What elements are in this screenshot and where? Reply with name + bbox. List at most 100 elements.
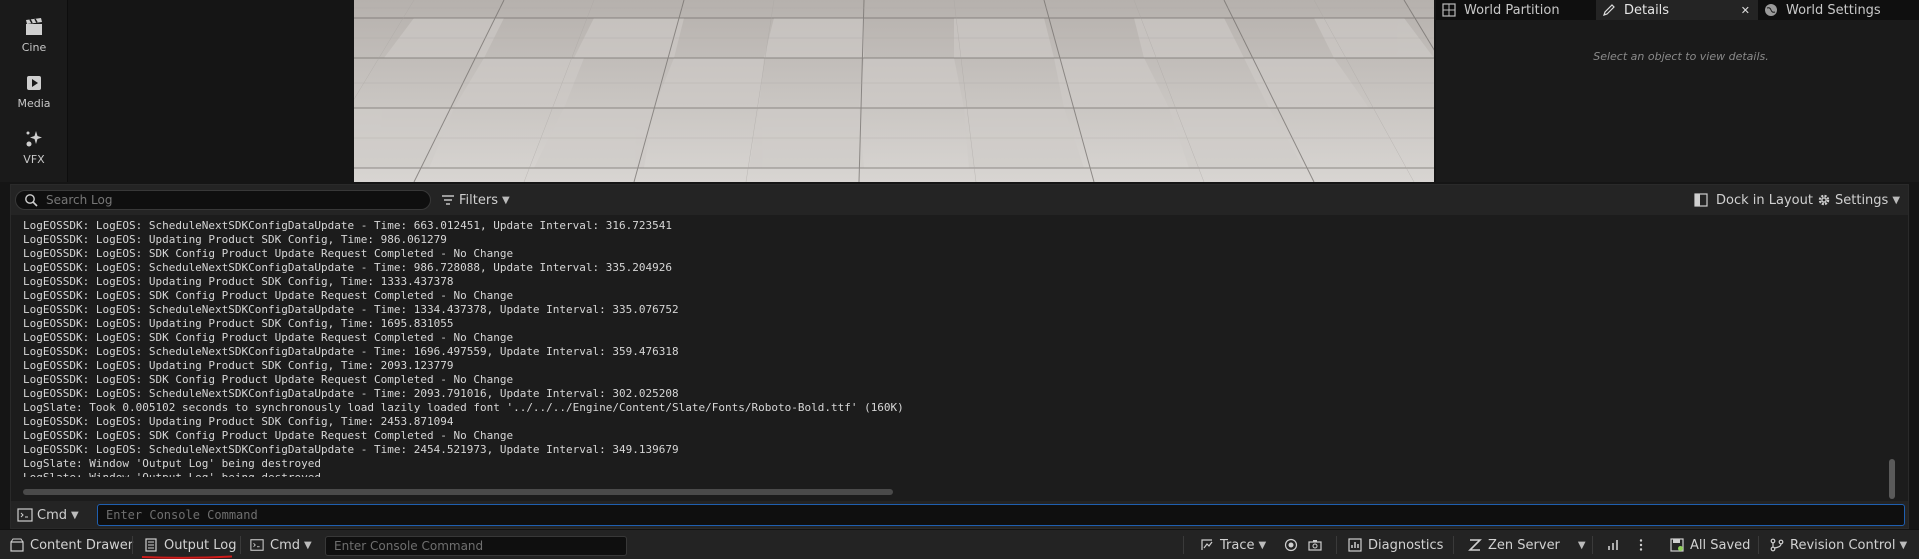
vertical-scrollbar[interactable] (1889, 459, 1895, 499)
gear-icon (1818, 194, 1830, 206)
sparkle-icon (26, 130, 42, 146)
details-tab-strip: World Partition Details ✕ World Settings (1436, 0, 1919, 20)
status-console-input[interactable] (325, 536, 627, 556)
close-icon[interactable]: ✕ (1741, 4, 1750, 17)
horizontal-scrollbar[interactable] (23, 489, 893, 495)
more-vertical-icon (1639, 539, 1643, 551)
separator (1336, 536, 1337, 554)
log-line: LogEOSSDK: LogEOS: Updating Product SDK … (23, 233, 447, 246)
console-command-input[interactable] (97, 504, 1905, 526)
bar-chart-icon (1608, 540, 1618, 550)
more-options-button[interactable] (1634, 530, 1654, 559)
tab-world-partition[interactable]: World Partition (1436, 0, 1596, 20)
log-line: LogEOSSDK: LogEOS: Updating Product SDK … (23, 415, 454, 428)
trace-icon (1201, 539, 1213, 550)
separator (1453, 536, 1454, 554)
globe-icon (1765, 4, 1777, 16)
filters-button[interactable]: Filters ▼ (441, 191, 510, 209)
separator (1592, 536, 1593, 554)
log-line: LogEOSSDK: LogEOS: SDK Config Product Up… (23, 247, 514, 260)
trace-label: Trace (1220, 537, 1255, 553)
command-row: Cmd ▼ (11, 501, 1908, 528)
record-button[interactable] (1284, 530, 1304, 559)
chevron-down-icon: ▼ (1577, 539, 1586, 551)
content-drawer-button[interactable]: Content Drawer (10, 530, 133, 559)
log-line: LogEOSSDK: LogEOS: ScheduleNextSDKConfig… (23, 345, 679, 358)
diagnostics-label: Diagnostics (1368, 537, 1444, 553)
log-line: LogEOSSDK: LogEOS: ScheduleNextSDKConfig… (23, 303, 679, 316)
log-line: LogEOSSDK: LogEOS: Updating Product SDK … (23, 317, 454, 330)
clapperboard-icon (26, 17, 42, 35)
log-line: LogSlate: Window 'Output Log' being dest… (23, 457, 322, 470)
log-line: LogSlate: Window 'Output Log' being dest… (23, 471, 1883, 477)
settings-button[interactable]: Settings ▼ (1817, 191, 1900, 209)
log-toolbar: Filters ▼ Dock in Layout Settings ▼ (11, 185, 1908, 215)
log-line: LogEOSSDK: LogEOS: Updating Product SDK … (23, 359, 454, 372)
log-line: LogEOSSDK: LogEOS: ScheduleNextSDKConfig… (23, 387, 679, 400)
output-log-underline (141, 555, 233, 559)
status-bar: Content Drawer Output Log Cmd ▼ Trace ▼ (0, 529, 1919, 559)
cmd-selector[interactable]: Cmd ▼ (17, 505, 79, 525)
separator (132, 536, 133, 554)
log-line: LogEOSSDK: LogEOS: ScheduleNextSDKConfig… (23, 443, 679, 456)
diagnostics-icon (1348, 538, 1362, 552)
all-saved-button[interactable]: All Saved (1670, 530, 1750, 559)
filters-label: Filters (459, 192, 498, 208)
camera-icon (1308, 540, 1322, 551)
source-control-status-button[interactable] (1607, 530, 1627, 559)
chevron-down-icon: ▼ (1899, 539, 1908, 551)
output-log-label: Output Log (164, 537, 237, 553)
search-box[interactable] (15, 190, 431, 210)
details-empty-hint: Select an object to view details. (1593, 50, 1769, 63)
tab-details-label: Details (1624, 2, 1670, 18)
output-log-icon (145, 538, 157, 552)
separator (240, 536, 241, 554)
screenshot-button[interactable] (1308, 530, 1328, 559)
all-saved-label: All Saved (1690, 537, 1751, 553)
level-viewport[interactable] (354, 0, 1434, 182)
diagnostics-button[interactable]: Diagnostics (1348, 530, 1443, 559)
content-drawer-icon (10, 538, 24, 552)
cmd-label: Cmd (37, 507, 67, 523)
log-lines[interactable]: LogEOSSDK: LogEOS: ScheduleNextSDKConfig… (23, 219, 1883, 477)
revision-control-label: Revision Control (1790, 537, 1896, 553)
status-cmd-label: Cmd (270, 537, 300, 553)
zen-server-icon (1468, 539, 1482, 551)
pencil-icon (1603, 4, 1615, 16)
branch-icon (1770, 538, 1784, 552)
save-icon (1670, 538, 1684, 552)
separator (1183, 536, 1184, 554)
revision-control-button[interactable]: Revision Control ▼ (1770, 530, 1907, 559)
record-icon (1284, 538, 1298, 552)
log-line: LogEOSSDK: LogEOS: ScheduleNextSDKConfig… (23, 219, 673, 232)
console-icon (17, 508, 33, 522)
log-line: LogEOSSDK: LogEOS: SDK Config Product Up… (23, 331, 514, 344)
media-button[interactable]: Media (0, 64, 68, 118)
chevron-down-icon: ▼ (71, 509, 79, 521)
output-log-panel: Filters ▼ Dock in Layout Settings ▼ LogE… (10, 184, 1909, 529)
dock-in-layout-button[interactable]: Dock in Layout (1694, 191, 1813, 209)
tab-world-partition-label: World Partition (1464, 2, 1560, 18)
log-line: LogSlate: Took 0.005102 seconds to synch… (23, 401, 904, 414)
tab-world-settings[interactable]: World Settings (1758, 0, 1919, 20)
status-cmd-selector[interactable]: Cmd ▼ (250, 530, 312, 559)
log-line: LogEOSSDK: LogEOS: Updating Product SDK … (23, 275, 454, 288)
tab-world-settings-label: World Settings (1786, 2, 1881, 18)
vfx-button[interactable]: VFX (0, 120, 68, 174)
chevron-down-icon: ▼ (1258, 539, 1267, 551)
dock-icon (1694, 193, 1708, 207)
separator (1758, 536, 1759, 554)
media-label: Media (17, 96, 51, 110)
dock-in-layout-label: Dock in Layout (1716, 192, 1813, 208)
floor-grid (354, 0, 1434, 182)
log-line: LogEOSSDK: LogEOS: ScheduleNextSDKConfig… (23, 261, 673, 274)
outliner-gap (68, 0, 354, 182)
chevron-down-icon: ▼ (501, 194, 510, 206)
log-line: LogEOSSDK: LogEOS: SDK Config Product Up… (23, 373, 514, 386)
trace-button[interactable]: Trace ▼ (1200, 530, 1266, 559)
cine-button[interactable]: Cine (0, 8, 68, 62)
tab-details[interactable]: Details ✕ (1596, 0, 1758, 20)
zen-server-button[interactable]: Zen Server ▼ (1468, 530, 1586, 559)
editor-window: Cine Media VFX World Partition Details ✕… (0, 0, 1919, 559)
search-log-input[interactable] (46, 193, 416, 207)
